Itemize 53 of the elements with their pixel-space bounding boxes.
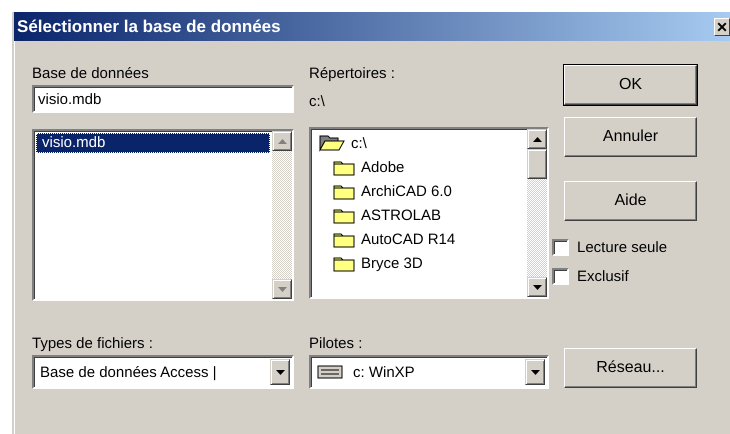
down-arrow-icon [530, 370, 540, 374]
down-arrow-button[interactable] [272, 279, 292, 299]
folder-name: c:\ [351, 134, 367, 152]
folder-icon [333, 230, 355, 248]
down-arrow-icon [276, 370, 284, 374]
folder-icon [333, 254, 355, 272]
up-arrow-button[interactable] [272, 131, 292, 151]
open-folder-icon [319, 134, 345, 152]
up-arrow-icon [278, 138, 286, 144]
dialog-button[interactable]: Aide [564, 181, 697, 221]
folder-name: ArchiCAD 6.0 [361, 182, 452, 200]
field-label: Base de données [32, 65, 150, 83]
field-label: Pilotes : [309, 335, 364, 353]
field-label: Répertoires : [309, 65, 396, 83]
down-arrow-icon [532, 284, 542, 290]
folder-icon [333, 182, 355, 200]
folder-name: ASTROLAB [361, 206, 442, 224]
folder-icon [333, 206, 355, 224]
file-type-dropdown[interactable]: Base de données Access | [32, 355, 294, 389]
field-label: Types de fichiers : [32, 335, 154, 353]
checkbox[interactable] [552, 268, 569, 285]
folder-item[interactable]: Bryce 3D [313, 251, 525, 275]
folder-item[interactable]: ASTROLAB [313, 203, 525, 227]
up-arrow-icon [532, 136, 542, 142]
dialog-button[interactable]: OK [564, 65, 697, 105]
checkbox-label: Exclusif [577, 268, 629, 285]
input-field[interactable]: visio.mdb [32, 85, 294, 113]
folder-item[interactable]: c:\ [313, 131, 525, 155]
checkbox[interactable] [552, 239, 569, 256]
folder-name: Adobe [361, 158, 404, 176]
scroll-thumb[interactable] [527, 149, 547, 179]
current-path: c:\ [309, 93, 326, 111]
close-button[interactable]: × [714, 18, 730, 36]
folder-name: Bryce 3D [361, 254, 423, 272]
folder-item[interactable]: AutoCAD R14 [313, 227, 525, 251]
folder-item[interactable]: Adobe [313, 155, 525, 179]
dialog-button[interactable]: Annuler [564, 117, 697, 157]
scrollbar[interactable] [527, 129, 547, 297]
down-arrow-button[interactable] [527, 277, 547, 297]
list-item[interactable]: visio.mdb [36, 133, 270, 153]
folder-item[interactable]: ArchiCAD 6.0 [313, 179, 525, 203]
window-title: Sélectionner la base de données [17, 16, 281, 36]
folder-name: AutoCAD R14 [361, 230, 456, 248]
dropdown-button[interactable] [270, 359, 290, 385]
dropdown-button[interactable] [525, 359, 545, 385]
folder-icon [333, 158, 355, 176]
checkbox-label: Lecture seule [577, 239, 668, 256]
network-button[interactable]: Réseau... [564, 348, 697, 388]
down-arrow-icon [278, 286, 286, 292]
scrollbar[interactable] [272, 131, 292, 299]
up-arrow-button[interactable] [527, 129, 547, 149]
drive-icon [317, 365, 343, 379]
drive-dropdown[interactable]: c: WinXP [309, 355, 549, 389]
